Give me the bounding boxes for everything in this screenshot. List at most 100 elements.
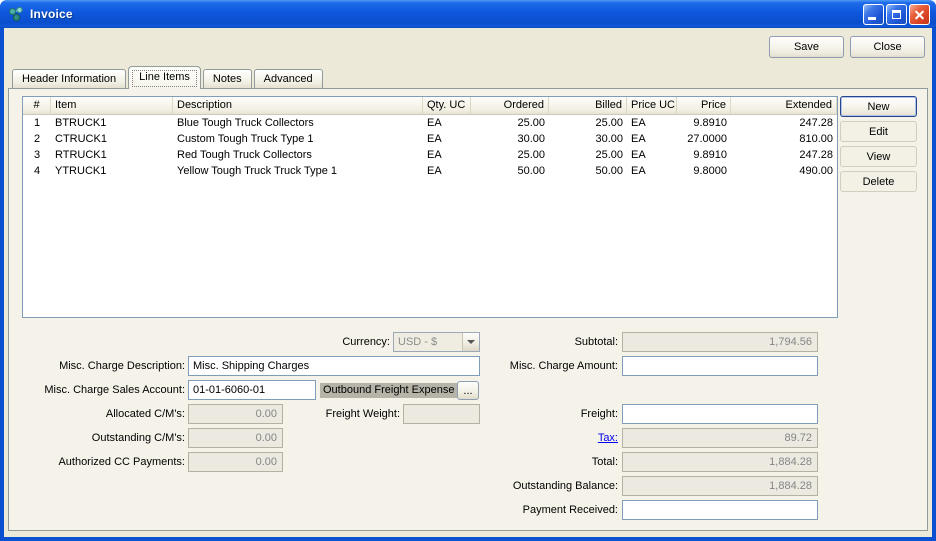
tab-header-information[interactable]: Header Information [12, 69, 126, 88]
tab-line-items[interactable]: Line Items [128, 66, 201, 89]
table-cell: 247.28 [731, 147, 837, 163]
outstanding-cms-label: Outstanding C/M's: [30, 428, 185, 448]
column-header[interactable]: Description [173, 97, 423, 114]
column-header[interactable]: # [23, 97, 51, 114]
table-cell: 30.00 [549, 131, 627, 147]
line-items-table: # Item Description Qty. UC Ordered Bille… [22, 96, 838, 318]
authorized-cc-payments-field: 0.00 [188, 452, 283, 472]
table-cell: Custom Tough Truck Type 1 [173, 131, 423, 147]
chevron-down-icon[interactable] [462, 333, 479, 351]
close-icon[interactable] [909, 4, 930, 25]
total-label: Total: [478, 452, 618, 472]
edit-button[interactable]: Edit [840, 121, 917, 142]
minimize-icon[interactable] [863, 4, 884, 25]
misc-charge-sales-account-label: Misc. Charge Sales Account: [30, 380, 185, 400]
window-title: Invoice [30, 7, 73, 21]
table-cell: 3 [23, 147, 51, 163]
sales-account-name: Outbound Freight Expense [320, 383, 457, 398]
payment-received-label: Payment Received: [478, 500, 618, 520]
table-cell: 9.8910 [677, 147, 731, 163]
table-cell: EA [423, 147, 471, 163]
table-row[interactable]: 1BTRUCK1Blue Tough Truck CollectorsEA25.… [23, 115, 837, 131]
outstanding-cms-field: 0.00 [188, 428, 283, 448]
save-button[interactable]: Save [769, 36, 844, 58]
total-field: 1,884.28 [622, 452, 818, 472]
allocated-cms-field: 0.00 [188, 404, 283, 424]
table-cell: EA [627, 115, 677, 131]
app-icon [8, 5, 26, 23]
table-cell: 247.28 [731, 115, 837, 131]
currency-label: Currency: [290, 332, 390, 352]
column-header[interactable]: Qty. UC [423, 97, 471, 114]
table-cell: 50.00 [549, 163, 627, 179]
subtotal-label: Subtotal: [478, 332, 618, 352]
tax-field: 89.72 [622, 428, 818, 448]
freight-label: Freight: [478, 404, 618, 424]
view-button[interactable]: View [840, 146, 917, 167]
table-cell: 2 [23, 131, 51, 147]
column-header[interactable]: Billed [549, 97, 627, 114]
payment-received-input[interactable] [622, 500, 818, 520]
tab-strip: Header Information Line Items Notes Adva… [12, 65, 323, 88]
table-cell: 25.00 [549, 115, 627, 131]
table-cell: EA [423, 131, 471, 147]
table-row[interactable]: 3RTRUCK1Red Tough Truck CollectorsEA25.0… [23, 147, 837, 163]
titlebar: Invoice [0, 0, 936, 28]
column-header[interactable]: Extended [731, 97, 837, 114]
table-cell: EA [423, 115, 471, 131]
authorized-cc-payments-label: Authorized CC Payments: [30, 452, 185, 472]
allocated-cms-label: Allocated C/M's: [30, 404, 185, 424]
column-header[interactable]: Item [51, 97, 173, 114]
outstanding-balance-label: Outstanding Balance: [478, 476, 618, 496]
misc-charge-amount-input[interactable] [622, 356, 818, 376]
misc-charge-amount-label: Misc. Charge Amount: [478, 356, 618, 376]
column-header[interactable]: Ordered [471, 97, 549, 114]
outstanding-balance-field: 1,884.28 [622, 476, 818, 496]
table-cell: 9.8000 [677, 163, 731, 179]
maximize-icon[interactable] [886, 4, 907, 25]
column-header[interactable]: Price UC [627, 97, 677, 114]
invoice-window: Invoice Save Close Header Information Li… [0, 0, 936, 541]
table-cell: RTRUCK1 [51, 147, 173, 163]
table-cell: 50.00 [471, 163, 549, 179]
table-cell: 25.00 [549, 147, 627, 163]
table-cell: CTRUCK1 [51, 131, 173, 147]
new-button[interactable]: New [840, 96, 917, 117]
table-cell: Yellow Tough Truck Truck Type 1 [173, 163, 423, 179]
table-cell: 1 [23, 115, 51, 131]
table-cell: Blue Tough Truck Collectors [173, 115, 423, 131]
table-cell: EA [423, 163, 471, 179]
tax-link[interactable]: Tax: [478, 428, 618, 448]
account-lookup-button[interactable]: ... [457, 381, 479, 400]
table-cell: 27.0000 [677, 131, 731, 147]
table-cell: BTRUCK1 [51, 115, 173, 131]
window-controls [861, 4, 930, 25]
currency-select[interactable]: USD - $ [393, 332, 480, 352]
misc-charge-description-input[interactable] [188, 356, 480, 376]
tab-advanced[interactable]: Advanced [254, 69, 323, 88]
table-cell: EA [627, 147, 677, 163]
freight-input[interactable] [622, 404, 818, 424]
table-row[interactable]: 2CTRUCK1Custom Tough Truck Type 1EA30.00… [23, 131, 837, 147]
table-cell: 30.00 [471, 131, 549, 147]
tab-notes[interactable]: Notes [203, 69, 252, 88]
table-cell: YTRUCK1 [51, 163, 173, 179]
table-cell: 810.00 [731, 131, 837, 147]
misc-charge-sales-account-input[interactable] [188, 380, 316, 400]
table-cell: 25.00 [471, 115, 549, 131]
table-cell: EA [627, 131, 677, 147]
delete-button[interactable]: Delete [840, 171, 917, 192]
currency-value: USD - $ [394, 333, 462, 351]
misc-charge-description-label: Misc. Charge Description: [30, 356, 185, 376]
table-cell: Red Tough Truck Collectors [173, 147, 423, 163]
column-header[interactable]: Price [677, 97, 731, 114]
table-body: 1BTRUCK1Blue Tough Truck CollectorsEA25.… [23, 115, 837, 179]
close-button[interactable]: Close [850, 36, 925, 58]
table-cell: 4 [23, 163, 51, 179]
table-header: # Item Description Qty. UC Ordered Bille… [23, 97, 837, 115]
table-cell: 9.8910 [677, 115, 731, 131]
freight-weight-label: Freight Weight: [308, 404, 400, 424]
table-cell: 490.00 [731, 163, 837, 179]
table-row[interactable]: 4YTRUCK1Yellow Tough Truck Truck Type 1E… [23, 163, 837, 179]
table-cell: 25.00 [471, 147, 549, 163]
